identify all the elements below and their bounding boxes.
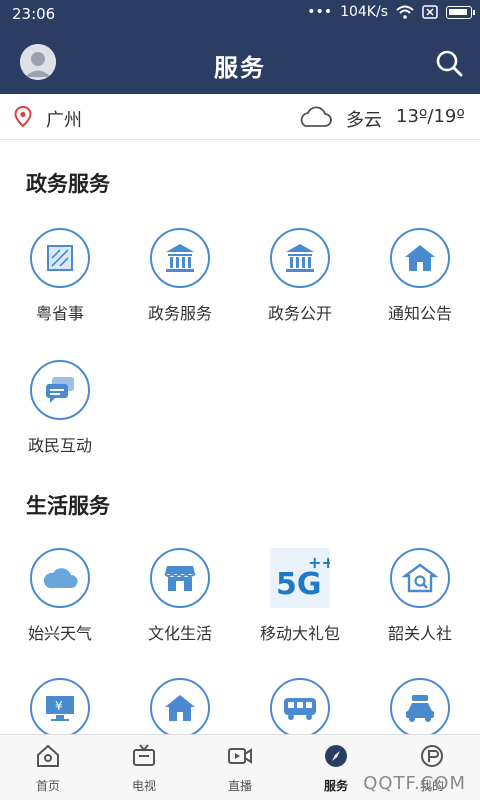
service-item[interactable]	[240, 678, 360, 738]
government-building-icon	[270, 228, 330, 288]
service-item[interactable]: ¥	[0, 678, 120, 738]
temperature: 13º/19º	[396, 106, 465, 127]
service-shaoguan-renshe[interactable]: 韶关人社	[360, 548, 480, 644]
5g-icon: 5G ++	[270, 548, 330, 608]
status-time: 23:06	[12, 5, 56, 23]
location-pin-icon	[14, 106, 32, 128]
tab-label: 直播	[227, 779, 252, 793]
service-label: 移动大礼包	[259, 624, 340, 643]
tab-label: 电视	[131, 779, 156, 793]
status-bar: 23:06 ••• 104K/s	[0, 0, 480, 28]
service-label: 政民互动	[27, 436, 92, 455]
battery-icon	[446, 5, 475, 19]
service-zhengmin-hudong[interactable]: 政民互动	[0, 360, 120, 456]
service-label: 政务公开	[267, 304, 332, 323]
compass-icon	[325, 745, 347, 767]
cloud-icon	[30, 548, 90, 608]
sim-icon	[422, 5, 438, 19]
service-label: 韶关人社	[387, 624, 452, 643]
weather-bar: 广州 多云 13º/19º	[0, 94, 480, 140]
service-label: 文化生活	[147, 624, 212, 643]
video-icon	[228, 748, 252, 764]
service-label: 始兴天气	[27, 624, 92, 643]
service-item[interactable]	[360, 678, 480, 738]
weather-condition: 多云	[346, 110, 382, 131]
profile-icon	[421, 745, 443, 767]
service-zhengwu-fuwu[interactable]: 政务服务	[120, 228, 240, 324]
car-icon	[390, 678, 450, 738]
service-tongzhi-gonggao[interactable]: 通知公告	[360, 228, 480, 324]
service-yueshengshi[interactable]: 粤省事	[0, 228, 120, 324]
wifi-icon	[396, 5, 414, 19]
tab-label: 首页	[35, 779, 60, 793]
service-label: 政务服务	[147, 304, 212, 323]
house-icon	[150, 678, 210, 738]
tv-icon	[133, 744, 155, 766]
service-wenhua-shenghuo[interactable]: 文化生活	[120, 548, 240, 644]
city-label[interactable]: 广州	[46, 106, 82, 132]
computer-yen-icon: ¥	[30, 678, 90, 738]
home-icon	[37, 744, 59, 767]
section-title-gov: 政务服务	[26, 172, 110, 196]
house-icon	[390, 228, 450, 288]
tab-home[interactable]: 首页	[0, 735, 96, 800]
tab-tv[interactable]: 电视	[96, 735, 192, 800]
service-zhengwu-gongkai[interactable]: 政务公开	[240, 228, 360, 324]
cloud-icon	[300, 106, 332, 127]
app-header: 服务	[0, 28, 480, 94]
tab-live[interactable]: 直播	[192, 735, 288, 800]
status-dots: •••	[307, 4, 333, 20]
store-icon	[150, 548, 210, 608]
svg-text:¥: ¥	[55, 699, 63, 713]
service-item[interactable]	[120, 678, 240, 738]
chat-icon	[30, 360, 90, 420]
5g-text: 5G	[276, 567, 322, 602]
status-right: ••• 104K/s	[307, 4, 475, 20]
watermark: QQTF.COM	[363, 773, 466, 794]
page-title: 服务	[214, 54, 266, 82]
government-building-icon	[150, 228, 210, 288]
section-title-life: 生活服务	[26, 494, 110, 518]
house-search-icon	[390, 548, 450, 608]
search-icon[interactable]	[434, 48, 464, 78]
bus-icon	[270, 678, 330, 738]
service-label: 通知公告	[387, 304, 452, 323]
service-label: 粤省事	[35, 304, 84, 323]
service-shixing-tianqi[interactable]: 始兴天气	[0, 548, 120, 644]
service-yidong-dalibao[interactable]: 5G ++ 移动大礼包	[240, 548, 360, 644]
network-speed: 104K/s	[340, 4, 388, 20]
5g-plus-text: ++	[308, 553, 330, 572]
document-icon	[30, 228, 90, 288]
